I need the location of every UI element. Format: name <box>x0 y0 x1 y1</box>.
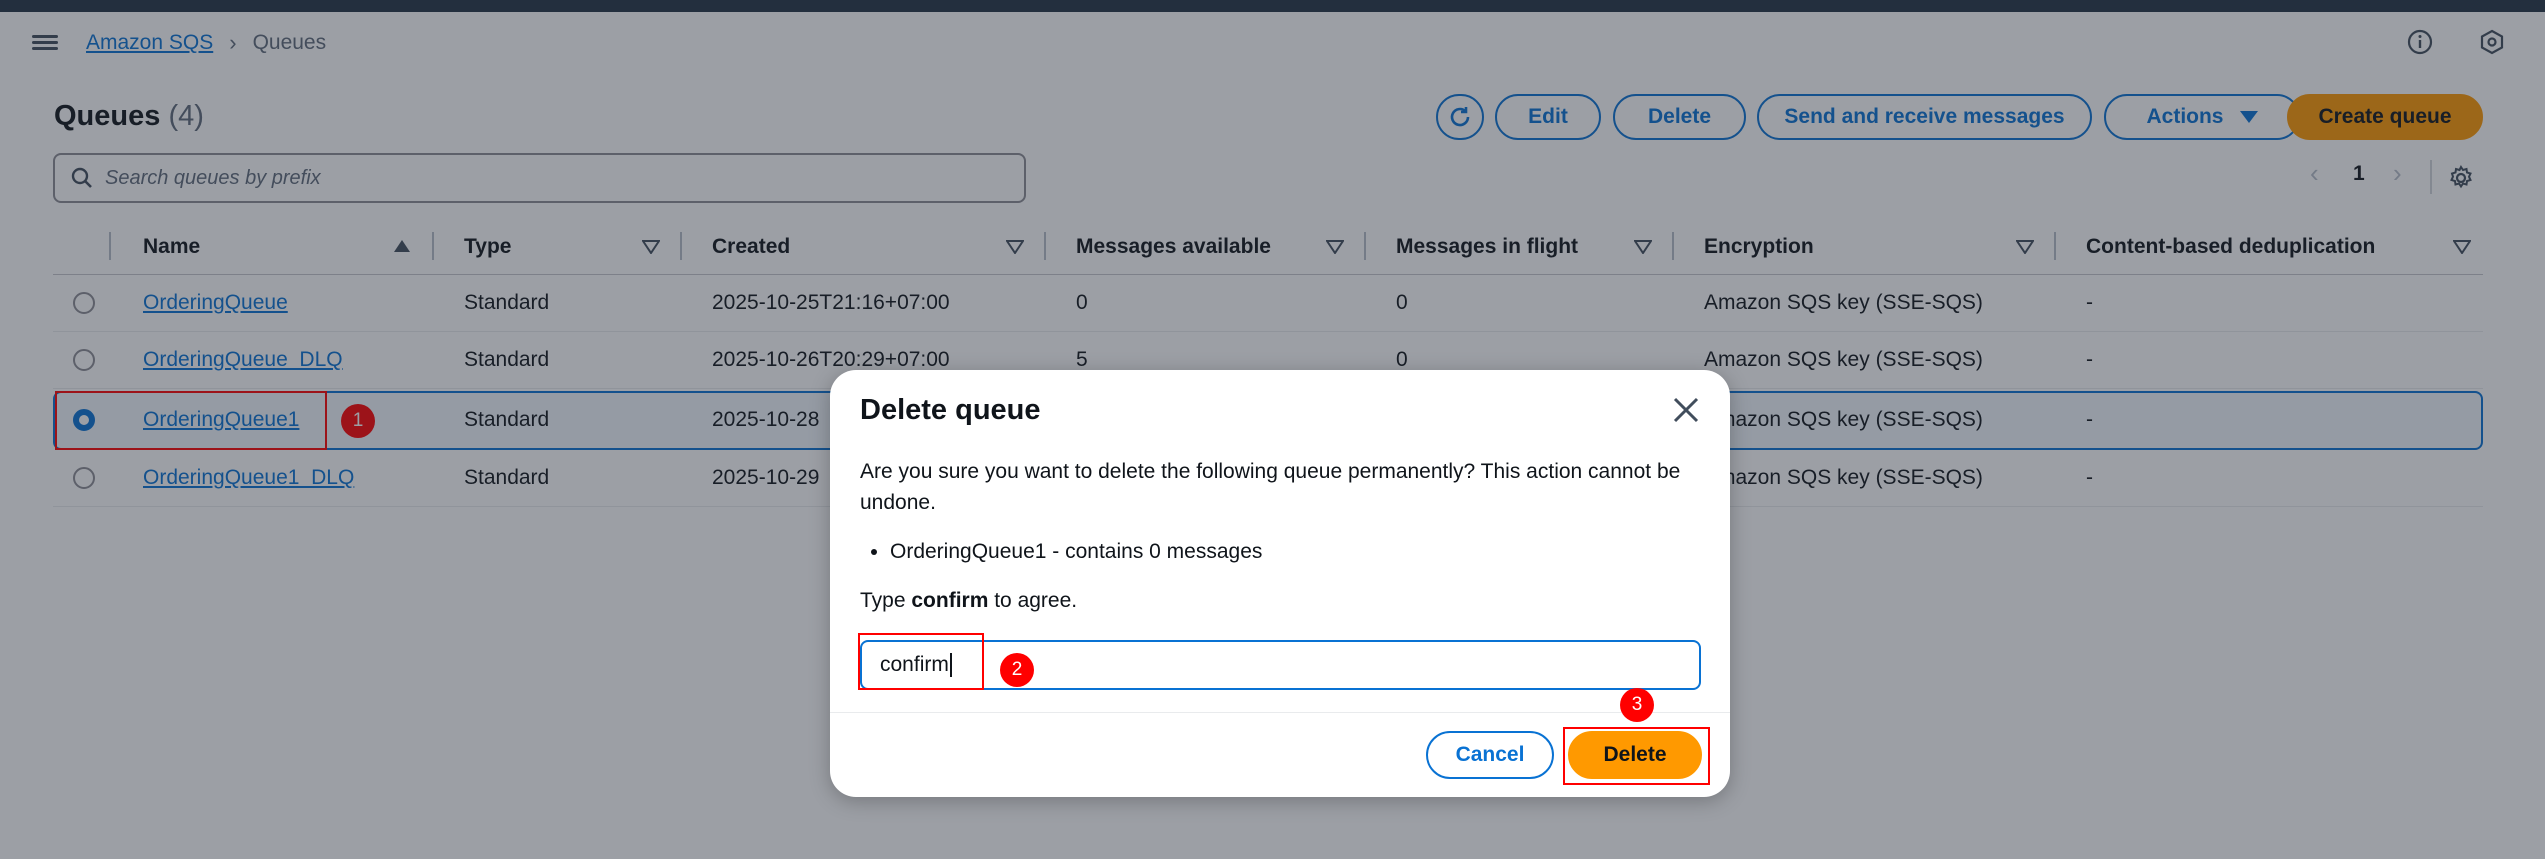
modal-message: Are you sure you want to delete the foll… <box>860 460 1681 514</box>
modal-body: Are you sure you want to delete the foll… <box>860 456 1700 616</box>
modal-divider <box>830 712 1730 713</box>
confirm-instruction-prefix: Type <box>860 589 912 612</box>
close-icon[interactable] <box>1672 396 1700 424</box>
cancel-button[interactable]: Cancel <box>1426 731 1554 779</box>
confirm-instruction: Type confirm to agree. <box>860 585 1700 616</box>
confirm-instruction-suffix: to agree. <box>988 589 1078 612</box>
queue-list: OrderingQueue1 - contains 0 messages <box>890 536 1700 567</box>
annotation-box-2 <box>858 633 984 690</box>
confirm-word: confirm <box>911 589 989 612</box>
annotation-box-3 <box>1563 727 1710 785</box>
annotation-badge-2: 2 <box>1000 653 1034 687</box>
queue-list-item: OrderingQueue1 - contains 0 messages <box>890 536 1700 567</box>
browser-top-strip <box>0 0 2545 12</box>
confirm-input[interactable]: confirm <box>860 640 1701 690</box>
modal-title: Delete queue <box>860 394 1041 426</box>
annotation-badge-3: 3 <box>1620 688 1654 722</box>
